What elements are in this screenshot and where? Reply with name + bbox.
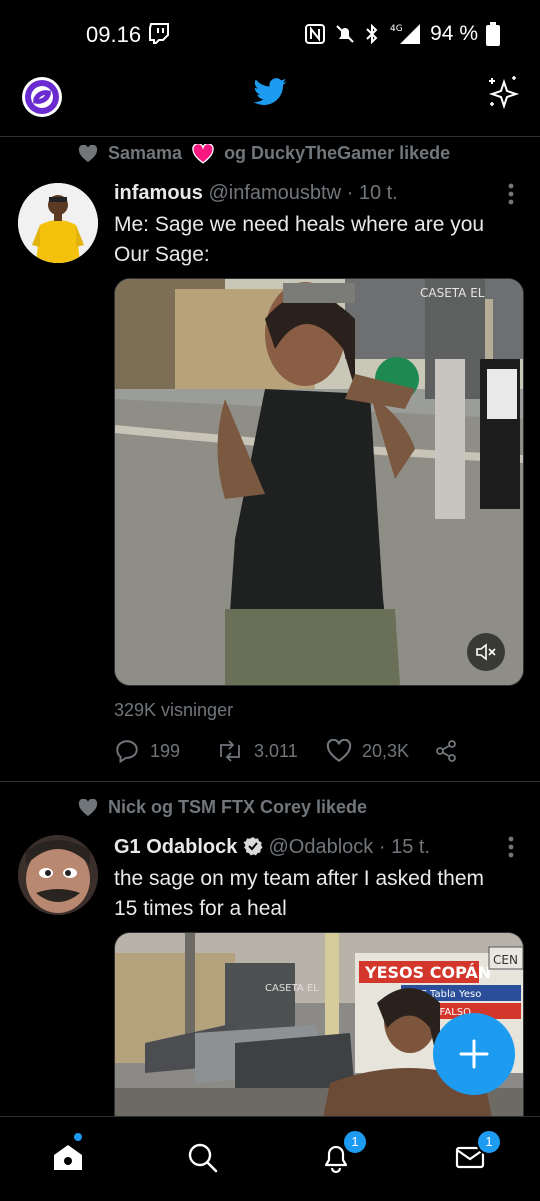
search-icon <box>188 1143 218 1173</box>
tweet-video[interactable]: CASETA EL <box>114 278 524 686</box>
author-avatar[interactable] <box>18 183 98 263</box>
tweet-text-line: the sage on my team after I asked them <box>114 867 485 890</box>
compose-tweet-button[interactable] <box>433 1013 515 1095</box>
nav-messages[interactable]: 1 <box>452 1129 502 1175</box>
author-avatar[interactable] <box>18 835 98 915</box>
social-context-name[interactable]: Samama <box>108 143 182 164</box>
nfc-icon <box>305 24 326 44</box>
media-sign-text: CEN <box>493 953 518 967</box>
media-sign-text: YESOS COPÁN <box>364 963 491 982</box>
top-app-bar <box>0 66 540 137</box>
status-time: 09.16 <box>86 22 142 47</box>
reply-icon <box>116 740 138 764</box>
plus-icon <box>459 1039 489 1069</box>
retweet-count: 3.011 <box>254 740 298 761</box>
like-button[interactable]: 20,3K <box>326 739 434 763</box>
liked-heart-icon <box>78 798 98 816</box>
tweet-time: · 10 t. <box>346 182 398 204</box>
avatar-face-image <box>18 835 98 915</box>
nav-search[interactable] <box>184 1139 220 1175</box>
sparkle-icon[interactable] <box>484 74 520 110</box>
video-frame-image: CASETA EL <box>115 279 523 685</box>
bluetooth-icon <box>366 23 378 45</box>
author-handle[interactable]: @Odablock <box>269 836 374 858</box>
battery-percent: 94 % <box>430 22 478 45</box>
media-sign-text: CASETA EL <box>420 286 485 300</box>
tweet-text-line: Our Sage: <box>114 243 210 266</box>
bottom-navigation: 1 1 <box>0 1116 540 1201</box>
status-bar: 09.16 4G 94 % <box>0 0 540 66</box>
tweet-time: · 15 t. <box>378 836 430 858</box>
like-count: 20,3K <box>362 740 410 761</box>
avatar-yellow-jacket-image <box>18 183 98 263</box>
tweet-divider <box>0 781 540 782</box>
tweet-text: Me: Sage we need heals where are you Our… <box>114 210 514 270</box>
author-name[interactable]: infamous <box>114 182 203 204</box>
social-context-2: Nick og TSM FTX Corey likede <box>78 797 367 818</box>
social-context-text[interactable]: Nick og TSM FTX Corey likede <box>108 797 367 818</box>
home-icon <box>54 1145 82 1170</box>
messages-badge: 1 <box>476 1129 502 1155</box>
mute-button[interactable] <box>467 633 505 671</box>
volume-muted-icon <box>476 643 496 661</box>
view-count: 329K visninger <box>114 700 234 720</box>
verified-badge-icon <box>243 837 263 856</box>
red-heart-emoji-icon <box>192 143 214 164</box>
more-options-icon[interactable] <box>508 183 514 205</box>
reply-button[interactable]: 199 <box>114 738 216 764</box>
mute-bell-icon <box>336 25 354 43</box>
profile-logo-icon <box>25 80 59 114</box>
social-context-1: Samama og DuckyTheGamer likede <box>78 143 450 164</box>
more-options-icon[interactable] <box>508 836 514 858</box>
nav-notifications[interactable]: 1 <box>318 1129 368 1175</box>
share-icon[interactable] <box>434 739 458 763</box>
battery-icon <box>486 22 500 46</box>
tweet-header: G1 Odablock @Odablock · 15 t. <box>114 836 430 859</box>
author-handle[interactable]: @infamousbtw <box>208 182 341 204</box>
signal-icon: 4G <box>390 24 421 44</box>
tweet-text: the sage on my team after I asked them 1… <box>114 864 514 924</box>
tweet-text-line: 15 times for a heal <box>114 897 287 920</box>
social-context-rest[interactable]: og DuckyTheGamer likede <box>224 143 450 164</box>
media-sign-text: CASETA EL <box>265 983 319 994</box>
home-new-dot <box>74 1133 82 1141</box>
retweet-button[interactable]: 3.011 <box>216 739 326 763</box>
twitch-notification-icon <box>149 23 169 44</box>
nav-home[interactable] <box>50 1133 86 1175</box>
notifications-badge: 1 <box>342 1129 368 1155</box>
tweet-header: infamous @infamousbtw · 10 t. <box>114 182 398 205</box>
reply-count: 199 <box>150 740 181 761</box>
twitter-logo-icon[interactable] <box>252 78 288 108</box>
svg-text:4G: 4G <box>390 24 403 34</box>
profile-avatar-button[interactable] <box>22 77 62 117</box>
heart-icon <box>326 739 352 762</box>
retweet-icon <box>220 740 240 762</box>
tweet-actions: 199 3.011 20,3K <box>114 736 458 766</box>
status-icons: 4G 94 % <box>304 20 500 48</box>
tweet-text-line: Me: Sage we need heals where are you <box>114 213 485 236</box>
liked-heart-icon <box>78 144 98 162</box>
author-name[interactable]: G1 Odablock <box>114 836 237 858</box>
